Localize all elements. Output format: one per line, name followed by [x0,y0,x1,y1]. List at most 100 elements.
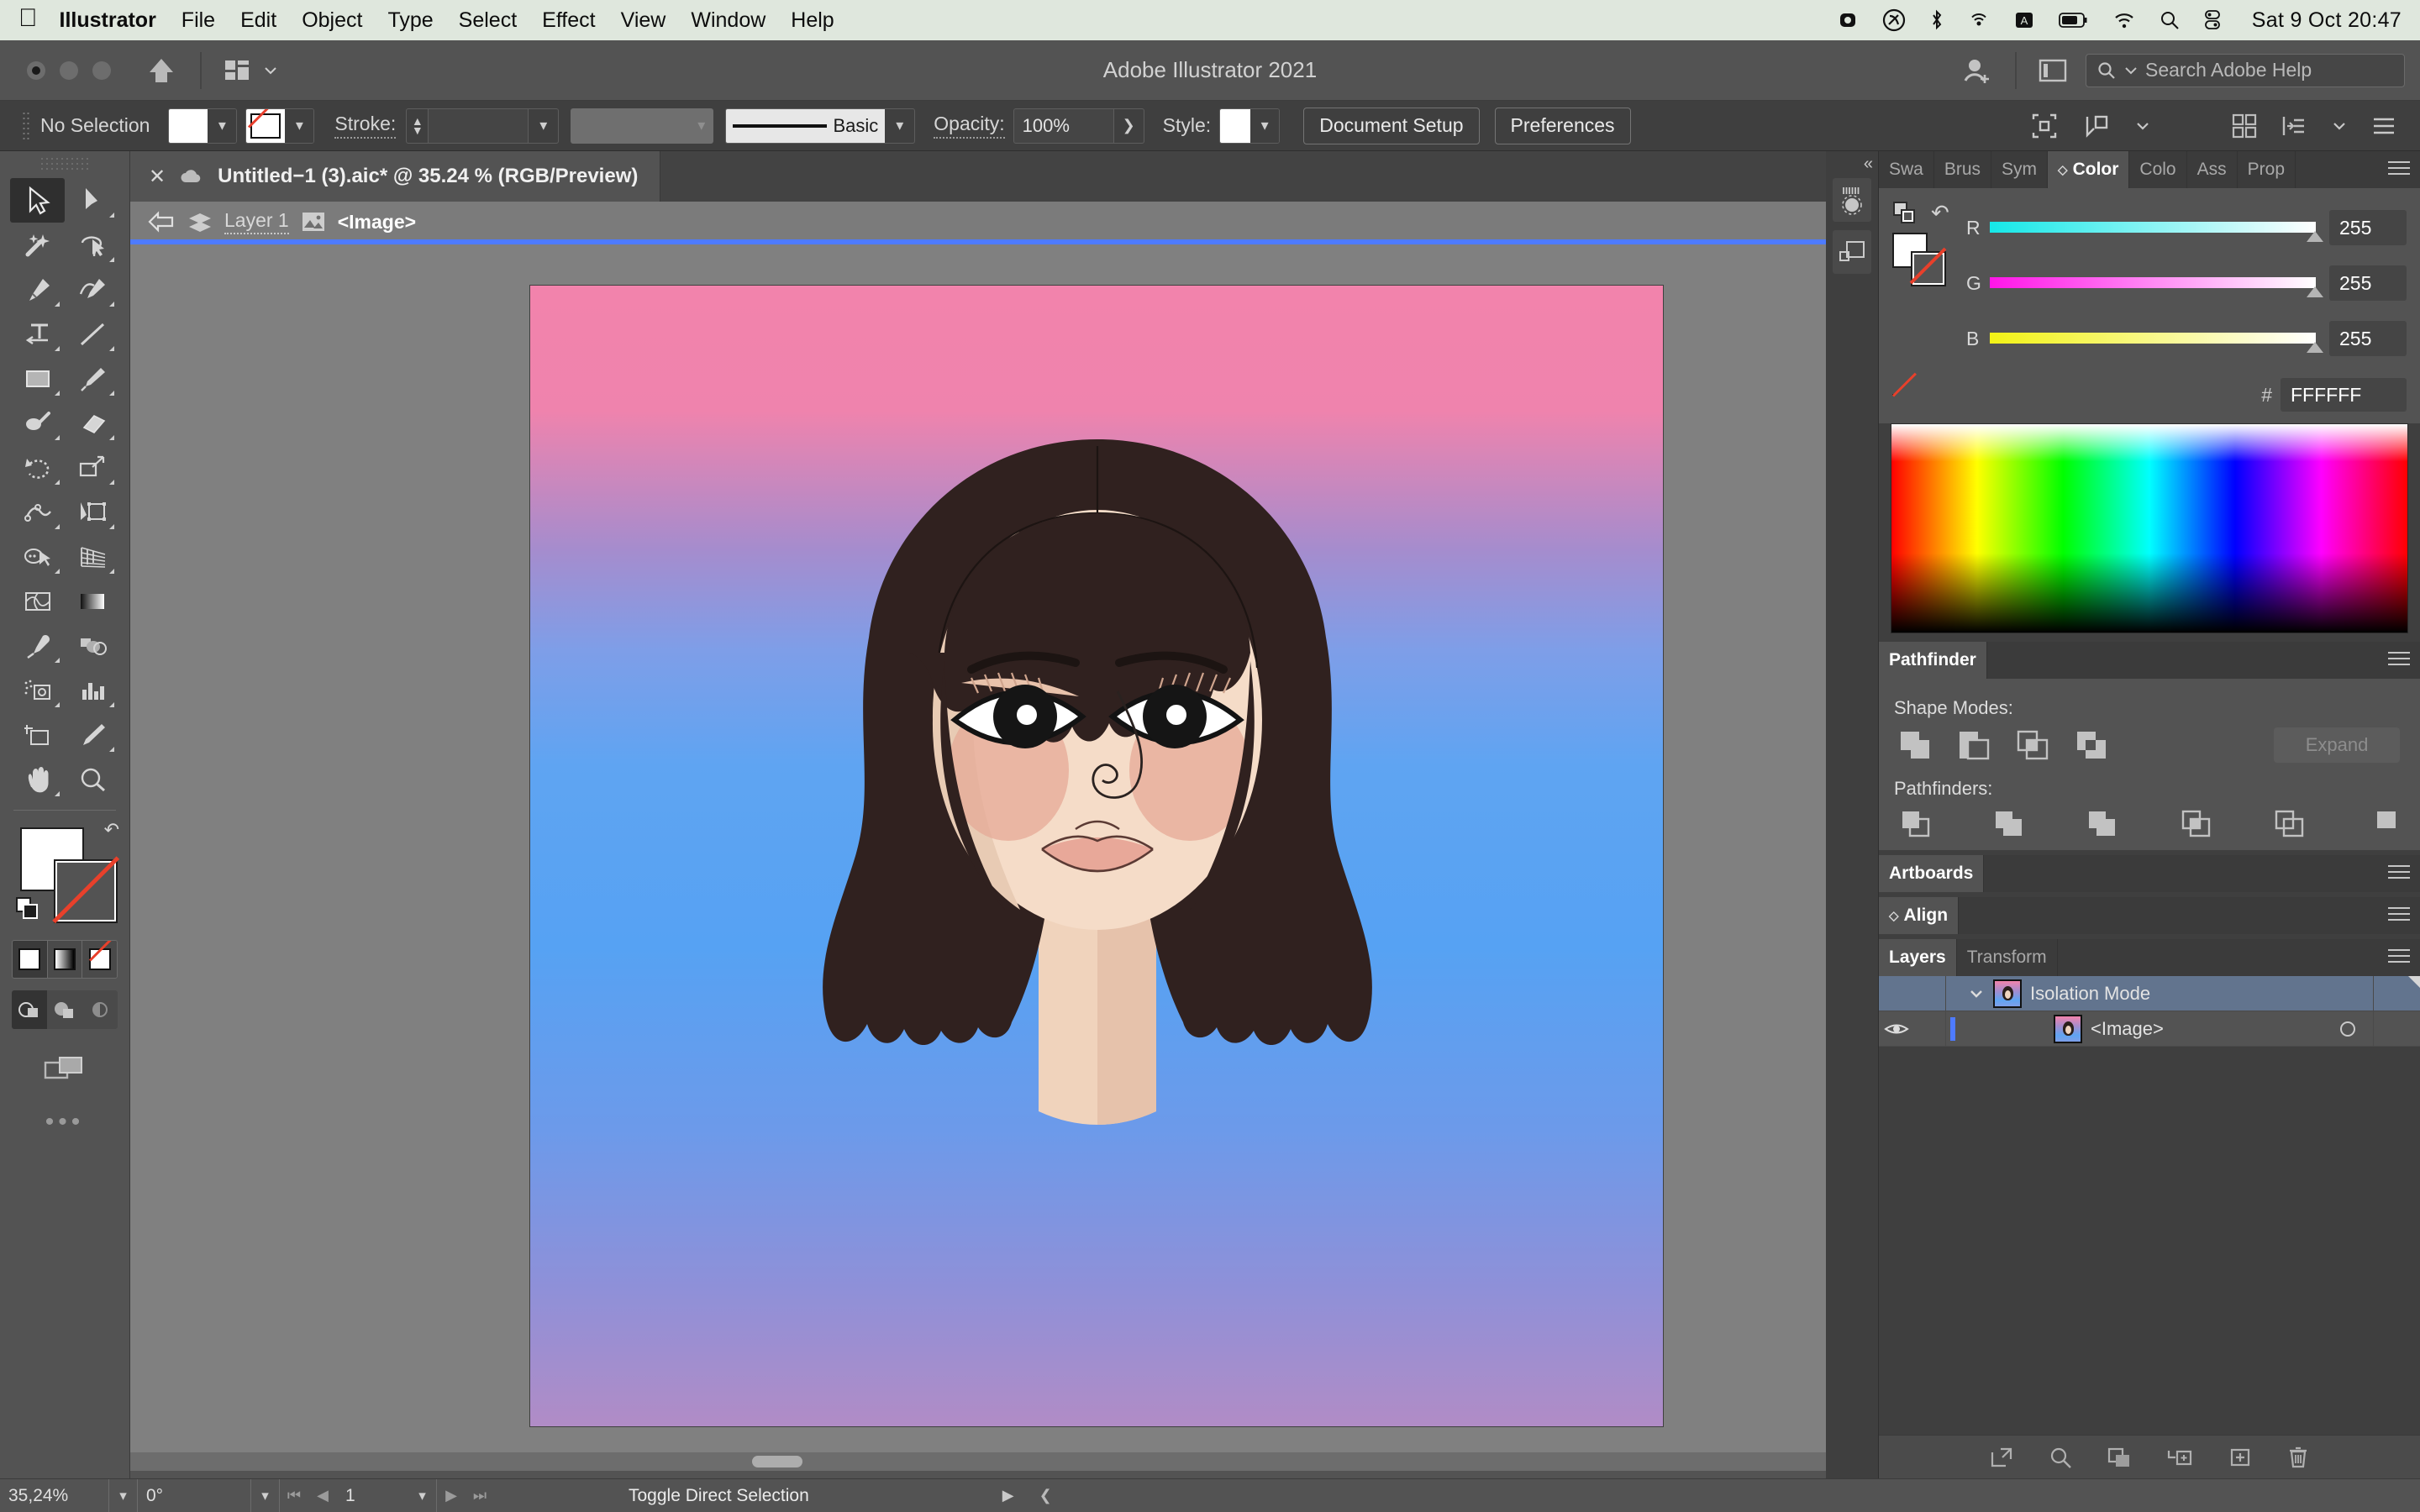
panel-menu-icon[interactable] [2388,865,2410,883]
lock-toggle[interactable] [1914,1011,1946,1047]
libraries-icon[interactable] [1833,230,1871,274]
slider-value-g[interactable]: 255 [2329,265,2407,301]
swap-colors-icon[interactable]: ↶ [1931,200,1949,226]
table-row[interactable]: <Image> [1879,1011,2420,1047]
document-setup-button[interactable]: Document Setup [1303,107,1480,144]
menu-type[interactable]: Type [387,8,433,33]
first-artboard-icon[interactable]: ⏮ [280,1487,308,1504]
artboard-tool[interactable] [10,712,65,757]
hex-value-field[interactable]: FFFFFF [2281,378,2407,412]
graphic-style-picker[interactable]: ▾ [1219,108,1281,144]
chevron-down-icon[interactable]: ▾ [208,108,237,143]
color-spectrum[interactable] [1891,423,2408,633]
slider-knob-r[interactable] [2307,231,2323,242]
eraser-tool[interactable] [65,401,119,445]
menu-window[interactable]: Window [691,8,765,33]
gradient-tool[interactable] [65,579,119,623]
layer-target-column[interactable] [2373,975,2420,1011]
locate-object-icon[interactable] [2048,1446,2073,1469]
spotlight-search-icon[interactable] [2160,10,2180,30]
panel-menu-icon[interactable] [2388,949,2410,967]
stroke-swatch-none[interactable] [246,108,286,143]
chevron-down-icon[interactable] [1960,987,1993,1000]
wifi-icon[interactable] [2112,11,2136,29]
artboard[interactable] [529,285,1664,1427]
stroke-weight-label[interactable]: Stroke: [334,113,397,139]
rotate-view-field[interactable]: 0° [138,1478,251,1512]
rotate-tool[interactable] [10,445,65,490]
tab-pathfinder[interactable]: Pathfinder [1879,642,1987,679]
merge-icon[interactable] [2086,808,2119,840]
visibility-toggle[interactable] [1879,1021,1914,1037]
zoom-tool[interactable] [65,757,119,801]
battery-icon[interactable] [2058,11,2089,29]
canvas-area[interactable]: ▲ ▼ [130,244,1875,1471]
color-fill-stroke-proxy[interactable] [1892,233,1951,286]
panel-menu-icon[interactable] [2388,652,2410,669]
workspace-switcher-icon[interactable] [2039,58,2067,83]
grid-view-icon[interactable] [2232,113,2257,139]
swap-fill-stroke-icon[interactable]: ↶ [104,819,119,841]
menu-help[interactable]: Help [791,8,834,33]
control-center-icon[interactable] [2203,9,2222,31]
opacity-flyout-icon[interactable]: ❯ [1113,108,1144,144]
quick-color-swatches[interactable] [1892,394,1894,396]
fill-stroke-proxy[interactable]: ↶ [15,819,120,928]
window-controls[interactable] [27,60,111,80]
selection-tool[interactable] [10,178,65,223]
hand-tool[interactable] [10,757,65,801]
trim-icon[interactable] [1992,808,2026,840]
make-clipping-mask-icon[interactable] [2107,1446,2132,1469]
menu-illustrator[interactable]: Illustrator [60,8,156,33]
collapse-panels-icon[interactable]: « [1864,155,1873,174]
menu-view[interactable]: View [621,8,666,33]
tab-symbols[interactable]: Sym [1991,151,2049,188]
rotate-dropdown-icon[interactable]: ▾ [251,1478,280,1512]
tools-panel-grip[interactable] [39,156,90,173]
last-artboard-icon[interactable]: ⏭ [466,1487,494,1504]
home-icon[interactable] [145,54,178,87]
menu-edit[interactable]: Edit [240,8,276,33]
variable-width-profile-select[interactable]: ▾ [571,108,714,144]
tab-assets[interactable]: Ass [2186,151,2238,188]
chevron-down-icon[interactable]: ▾ [1250,108,1280,143]
align-icon[interactable] [2082,112,2111,140]
menu-select[interactable]: Select [459,8,517,33]
perspective-grid-tool[interactable] [65,534,119,579]
close-window-button[interactable] [27,60,45,80]
scale-tool[interactable] [65,445,119,490]
minimize-window-button[interactable] [60,60,78,80]
tab-swatches[interactable]: Swa [1879,151,1934,188]
canvas-horizontal-scrollbar[interactable] [130,1452,1875,1471]
fill-color-picker[interactable]: ▾ [168,108,238,144]
select-similar-icon[interactable] [2030,112,2059,140]
menubar-clock[interactable]: Sat 9 Oct 20:47 [2252,8,2402,33]
paintbrush-tool[interactable] [65,356,119,401]
fill-swatch[interactable] [169,108,208,143]
create-new-layer-icon[interactable] [2228,1446,2253,1469]
blend-tool[interactable] [65,623,119,668]
document-tab[interactable]: ✕ Untitled−1 (3).aic* @ 35.24 % (RGB/Pre… [130,151,661,202]
fill-stroke-proxy-icon[interactable] [1892,201,1918,226]
symbol-sprayer-tool[interactable] [10,668,65,712]
airplay-icon[interactable] [1968,9,1990,31]
tab-color-guide[interactable]: Colo [2129,151,2187,188]
style-swatch[interactable] [1220,108,1251,143]
drawing-mode-buttons[interactable] [12,990,118,1029]
slider-track-r[interactable] [1990,222,2323,242]
width-tool[interactable] [10,490,65,534]
create-sublayer-icon[interactable] [2165,1446,2194,1469]
slider-knob-g[interactable] [2307,286,2323,297]
brush-definition-select[interactable]: Basic ▾ [725,108,916,144]
divide-icon[interactable] [1899,808,1933,840]
expand-button[interactable]: Expand [2274,727,2400,763]
panel-menu-icon[interactable] [2371,115,2396,137]
tab-properties[interactable]: Prop [2237,151,2296,188]
creative-cloud-icon[interactable] [1882,8,1906,32]
magic-wand-tool[interactable] [10,223,65,267]
horizontal-scroll-thumb[interactable] [752,1456,802,1467]
lasso-tool[interactable] [65,223,119,267]
control-bar-grip[interactable] [22,110,30,141]
column-graph-tool[interactable] [65,668,119,712]
arrange-documents-icon[interactable] [224,58,279,83]
